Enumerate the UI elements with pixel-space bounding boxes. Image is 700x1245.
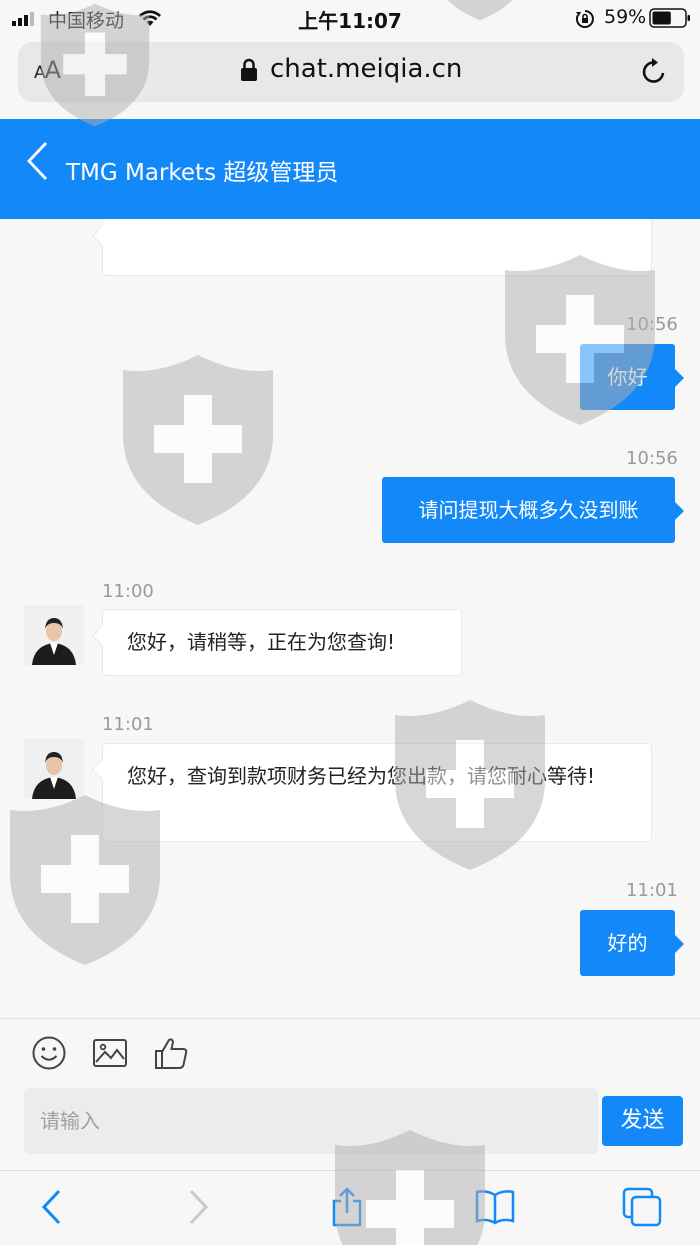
agent-avatar-image — [24, 739, 84, 799]
clock: 上午11:07 — [298, 9, 402, 33]
tabs-icon[interactable] — [622, 1187, 662, 1227]
text-size-button[interactable]: AA — [34, 56, 61, 84]
message-bubble-partial — [102, 219, 652, 276]
lock-icon — [241, 58, 257, 81]
thumbs-up-icon[interactable] — [154, 1035, 190, 1071]
message-bubble-incoming: 您好，查询到款项财务已经为您出款，请您耐心等待! — [102, 743, 652, 842]
agent-avatar-image — [24, 605, 84, 665]
message-bubble-incoming: 您好，请稍等，正在为您查询! — [102, 609, 462, 676]
message-timestamp: 11:00 — [102, 581, 154, 602]
url-text[interactable]: chat.meiqia.cn — [270, 54, 462, 84]
message-timestamp: 11:01 — [102, 714, 154, 735]
address-bar[interactable]: AA chat.meiqia.cn — [18, 42, 684, 102]
image-icon[interactable] — [92, 1035, 128, 1071]
battery-percent: 59% — [604, 6, 647, 28]
chevron-left-icon[interactable] — [24, 141, 52, 181]
composer: 发送 — [0, 1018, 700, 1170]
status-bar: 中国移动 上午11:07 59% — [0, 0, 700, 38]
message-timestamp: 11:01 — [626, 880, 678, 901]
orientation-lock-icon — [575, 10, 594, 28]
reload-icon[interactable] — [638, 56, 670, 88]
message-timestamp: 10:56 — [626, 314, 678, 335]
send-button[interactable]: 发送 — [602, 1096, 683, 1146]
message-list[interactable]: 10:56 你好 10:56 请问提现大概多久没到账 11:00 您好，请稍等，… — [0, 219, 700, 1019]
emoji-icon[interactable] — [31, 1035, 67, 1071]
message-bubble-outgoing: 好的 — [580, 910, 684, 976]
agent-avatar — [24, 605, 84, 665]
chat-title: TMG Markets 超级管理员 — [66, 160, 339, 186]
chat-header: TMG Markets 超级管理员 — [0, 119, 700, 219]
battery-icon — [649, 8, 690, 28]
agent-avatar — [24, 739, 84, 799]
message-bubble-outgoing: 你好 — [580, 344, 684, 410]
message-timestamp: 10:56 — [626, 448, 678, 469]
back-arrow-icon[interactable] — [32, 1187, 72, 1227]
browser-toolbar — [0, 1170, 700, 1245]
message-bubble-outgoing: 请问提现大概多久没到账 — [382, 477, 684, 543]
message-input[interactable] — [24, 1088, 598, 1154]
share-icon[interactable] — [327, 1187, 367, 1227]
forward-arrow-icon[interactable] — [178, 1187, 218, 1227]
bookmarks-icon[interactable] — [475, 1187, 515, 1227]
